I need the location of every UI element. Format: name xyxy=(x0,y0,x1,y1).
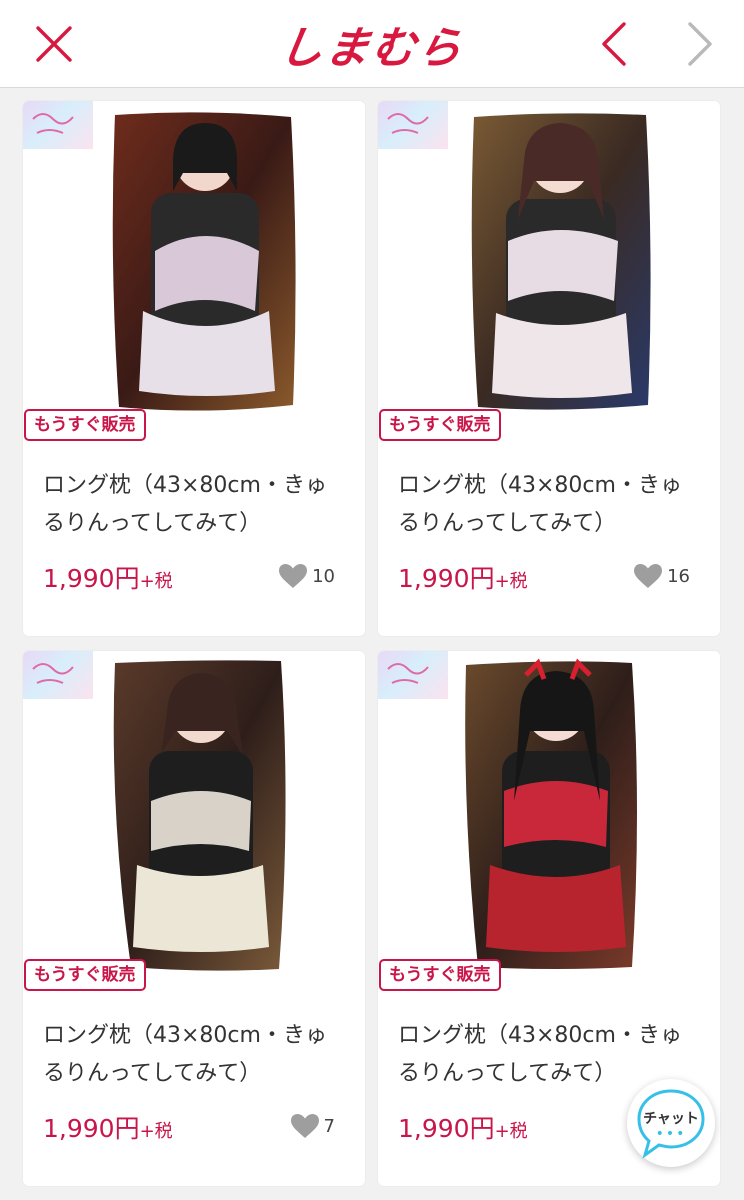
product-price: 1,990円+税 xyxy=(43,1109,173,1145)
chevron-left-icon xyxy=(602,22,626,66)
heart-icon xyxy=(290,1114,319,1138)
forward-button[interactable] xyxy=(682,20,718,68)
pillow-photo xyxy=(465,658,637,969)
product-price: 1,990円+税 xyxy=(43,559,173,595)
pillow-photo xyxy=(112,112,296,411)
shimamura-logo[interactable]: しまむら xyxy=(256,14,488,74)
close-icon xyxy=(36,26,72,62)
product-card[interactable]: もうすぐ販売 ロング枕（43×80cm・きゅるりんってしてみて） 1,990円+… xyxy=(23,651,365,1186)
heart-icon xyxy=(634,564,663,588)
price-tax: +税 xyxy=(139,571,173,592)
chat-label: チャット xyxy=(643,1111,699,1127)
status-badge: もうすぐ販売 xyxy=(24,409,146,441)
pillow-photo xyxy=(113,660,286,971)
product-image[interactable]: もうすぐ販売 xyxy=(378,651,720,991)
product-card[interactable]: もうすぐ販売 ロング枕（43×80cm・きゅるりんってしてみて） 1,990円+… xyxy=(23,101,365,636)
status-badge: もうすぐ販売 xyxy=(379,959,501,991)
product-price: 1,990円+税 xyxy=(398,1109,528,1145)
favorite-count: 7 xyxy=(323,1115,335,1137)
top-bar: しまむら xyxy=(0,0,744,88)
favorite-count: 10 xyxy=(312,565,335,587)
favorite-button[interactable]: 10 xyxy=(278,563,335,589)
favorite-count: 16 xyxy=(667,565,690,587)
brand-logo-badge xyxy=(23,101,93,149)
status-badge: もうすぐ販売 xyxy=(379,409,501,441)
product-image[interactable]: もうすぐ販売 xyxy=(378,101,720,441)
chevron-right-icon xyxy=(688,22,712,66)
close-button[interactable] xyxy=(30,24,78,64)
price-tax: +税 xyxy=(139,1121,173,1142)
price-value: 1,990円 xyxy=(398,564,495,593)
brand-logo-badge xyxy=(378,101,448,149)
price-tax: +税 xyxy=(494,571,528,592)
back-button[interactable] xyxy=(596,20,632,68)
chat-button[interactable]: チャット ••• xyxy=(627,1079,715,1167)
product-title[interactable]: ロング枕（43×80cm・きゅるりんってしてみて） xyxy=(398,467,702,543)
heart-icon xyxy=(279,564,308,588)
product-title[interactable]: ロング枕（43×80cm・きゅるりんってしてみて） xyxy=(43,467,347,543)
status-badge: もうすぐ販売 xyxy=(24,959,146,991)
price-value: 1,990円 xyxy=(398,1114,495,1143)
price-value: 1,990円 xyxy=(43,1114,140,1143)
product-price: 1,990円+税 xyxy=(398,559,528,595)
pillow-photo xyxy=(471,113,651,410)
brand-logo-badge xyxy=(23,651,93,699)
favorite-button[interactable]: 16 xyxy=(633,563,690,589)
product-image[interactable]: もうすぐ販売 xyxy=(23,651,365,991)
favorite-button[interactable]: 7 xyxy=(290,1113,335,1139)
product-image[interactable]: もうすぐ販売 xyxy=(23,101,365,441)
typing-dots: ••• xyxy=(655,1126,687,1142)
product-card[interactable]: もうすぐ販売 ロング枕（43×80cm・きゅるりんってしてみて） 1,990円+… xyxy=(378,101,720,636)
brand-logo-badge xyxy=(378,651,448,699)
price-tax: +税 xyxy=(494,1121,528,1142)
product-title[interactable]: ロング枕（43×80cm・きゅるりんってしてみて） xyxy=(43,1017,347,1093)
price-value: 1,990円 xyxy=(43,564,140,593)
